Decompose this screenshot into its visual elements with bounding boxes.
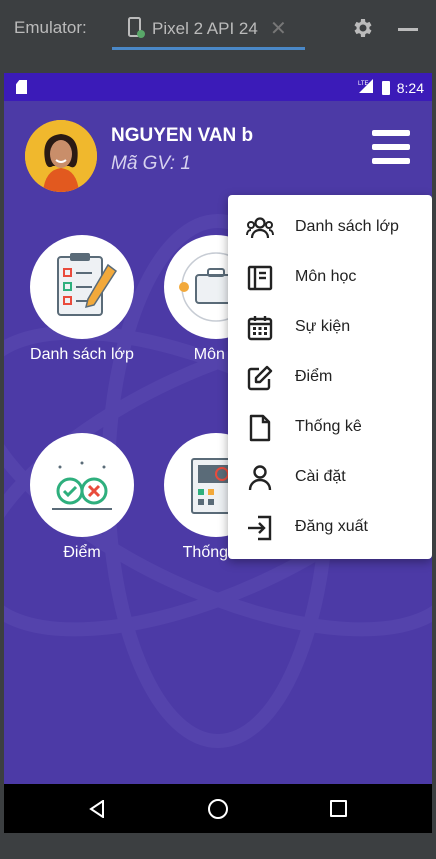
teacher-id: Mã GV: 1 [111, 153, 191, 174]
emulator-label: Emulator: [14, 18, 87, 37]
user-name: NGUYEN VAN b [111, 125, 254, 146]
edit-icon [246, 364, 274, 392]
tab-selected-indicator [112, 47, 305, 50]
home-icon[interactable] [208, 799, 228, 819]
menu-item-events[interactable]: Sự kiện [228, 303, 432, 353]
document-icon [246, 414, 274, 442]
menu-button[interactable] [372, 130, 410, 168]
emulator-toolbar: Emulator: Pixel 2 API 24 ✕ [0, 0, 436, 58]
menu-item-settings[interactable]: Cài đặt [228, 453, 432, 503]
back-icon[interactable] [89, 799, 105, 823]
menu-item-label: Đăng xuất [295, 518, 368, 535]
menu-item-statistics[interactable]: Thống kê [228, 403, 432, 453]
menu-item-label: Thống kê [295, 418, 362, 435]
menu-item-grades[interactable]: Điểm [228, 353, 432, 403]
calendar-icon [246, 314, 274, 342]
person-icon [246, 464, 274, 492]
logout-icon [246, 514, 274, 542]
recent-apps-icon[interactable] [330, 800, 347, 817]
menu-item-class-list[interactable]: Danh sách lớp [228, 203, 432, 253]
menu-item-subject[interactable]: Môn học [228, 253, 432, 303]
menu-item-label: Sự kiện [295, 318, 351, 335]
status-time: 8:24 [396, 79, 424, 96]
device-icon [126, 17, 146, 44]
options-menu: Danh sách lớp Môn học Sự kiện Điểm Thống… [228, 195, 432, 559]
group-icon [246, 214, 274, 242]
menu-item-label: Danh sách lớp [295, 218, 399, 235]
menu-item-logout[interactable]: Đăng xuất [228, 503, 432, 553]
menu-item-label: Cài đặt [295, 468, 346, 485]
tile-class-list[interactable]: Danh sách lớp [24, 235, 140, 364]
device-tab[interactable]: Pixel 2 API 24 ✕ [112, 8, 305, 50]
status-bar: LTE 8:24 [4, 73, 432, 101]
tile-label: Điểm [63, 544, 101, 561]
battery-icon [381, 80, 390, 95]
signal-icon: LTE [357, 78, 375, 97]
class-list-icon [30, 235, 134, 339]
tile-grades[interactable]: Điểm [24, 433, 140, 562]
navigation-bar [4, 784, 432, 833]
gear-icon[interactable] [350, 16, 374, 45]
home-screen: NGUYEN VAN b Mã GV: 1 Danh sách lớp Môn … [4, 101, 432, 784]
tile-label: Danh sách lớp [30, 346, 134, 363]
phone-screen: LTE 8:24 NGUYEN VAN b Mã GV: 1 Danh sách… [4, 73, 432, 833]
device-tab-title: Pixel 2 API 24 [152, 19, 258, 38]
close-icon[interactable]: ✕ [270, 16, 287, 41]
sd-card-icon [16, 80, 27, 94]
book-icon [246, 264, 274, 292]
avatar[interactable] [25, 120, 97, 192]
svg-text:LTE: LTE [358, 81, 369, 87]
menu-item-label: Điểm [295, 368, 333, 385]
grades-icon [30, 433, 134, 537]
menu-item-label: Môn học [295, 268, 357, 285]
minimize-icon[interactable] [398, 28, 418, 31]
